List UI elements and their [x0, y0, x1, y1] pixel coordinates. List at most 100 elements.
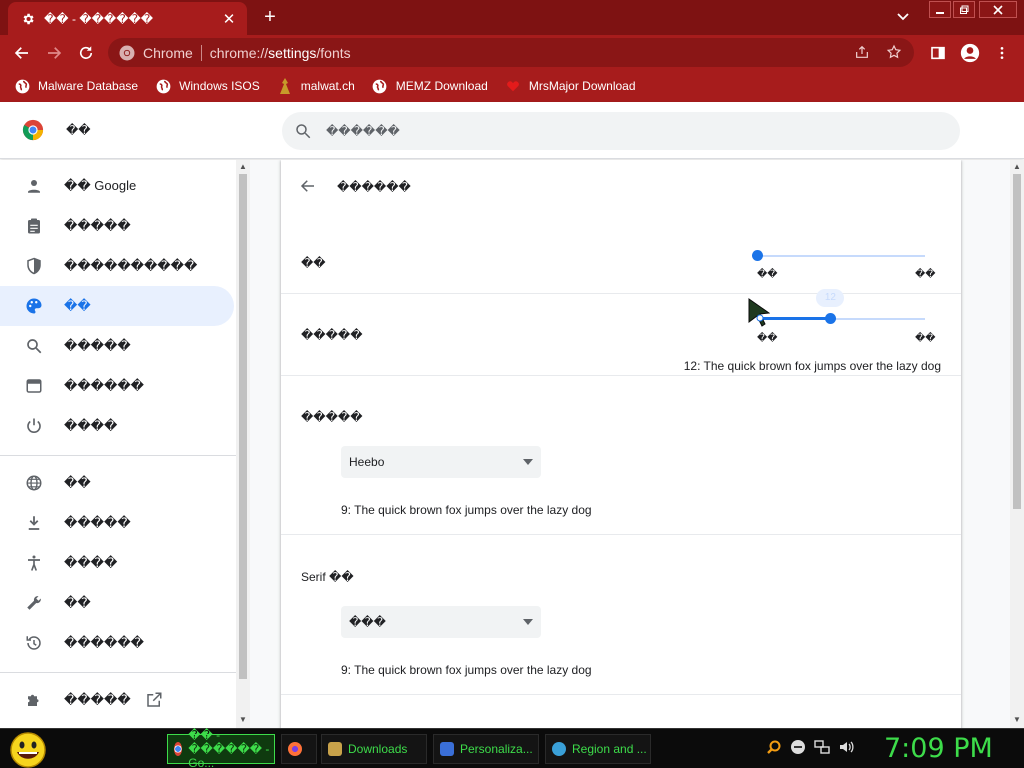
sidebar-item-label: ������: [64, 635, 144, 650]
slider-track: [757, 255, 925, 257]
sidebar-item-search-engine[interactable]: �����: [0, 326, 234, 366]
site-label: Chrome: [143, 44, 193, 61]
address-bar[interactable]: Chrome chrome://settings/fonts: [108, 38, 914, 67]
serif-font-sample-text: 9: The quick brown fox jumps over the la…: [341, 663, 592, 677]
slider-value-bubble: 12: [816, 289, 845, 307]
sidebar-item-extensions[interactable]: �����: [0, 680, 234, 720]
bookmark-star-icon[interactable]: [886, 44, 902, 60]
settings-search-input[interactable]: ������: [282, 112, 960, 150]
min-font-size-label: �����: [301, 328, 363, 342]
page-title: ������: [337, 180, 411, 194]
url-prefix: chrome://: [209, 44, 269, 61]
search-icon[interactable]: [766, 739, 782, 755]
sidebar-item-label: �����: [64, 692, 131, 707]
font-size-label: ��: [301, 256, 326, 270]
kebab-menu-icon[interactable]: [990, 41, 1014, 65]
status-icon[interactable]: [790, 739, 806, 755]
omnibox-separator: [200, 44, 202, 61]
sidebar-item-languages[interactable]: ��: [0, 463, 234, 503]
scroll-down-arrow-icon[interactable]: ▼: [238, 715, 248, 725]
bookmark-item[interactable]: MEMZ Download: [372, 78, 488, 94]
min-font-size-slider[interactable]: 12: [759, 289, 925, 324]
serif-font-select[interactable]: ���: [341, 606, 541, 638]
profile-avatar-icon[interactable]: [958, 41, 982, 65]
reload-icon[interactable]: [74, 41, 98, 65]
sidebar-item-autofill[interactable]: �����: [0, 206, 234, 246]
row-separator: [281, 534, 961, 535]
search-placeholder: ������: [326, 124, 400, 138]
sidebar-item-accessibility[interactable]: ����: [0, 543, 234, 583]
share-icon[interactable]: [854, 44, 870, 60]
sidebar-scrollbar-thumb[interactable]: [239, 174, 247, 679]
network-icon[interactable]: [814, 739, 830, 755]
tab-close-icon[interactable]: ✕: [221, 11, 237, 28]
sidebar-item-default-browser[interactable]: ������: [0, 366, 234, 406]
volume-icon[interactable]: [838, 739, 854, 755]
slider-knob[interactable]: [752, 250, 763, 261]
scroll-down-arrow-icon[interactable]: ▼: [1012, 715, 1022, 725]
bookmark-label: Windows ISOS: [179, 79, 260, 93]
tab-search-chevron-icon[interactable]: [895, 8, 915, 26]
taskbar-clock[interactable]: 7:09 PM: [884, 733, 993, 764]
taskbar-button-chrome[interactable]: �� - ������ - Go...: [167, 728, 275, 768]
chrome-site-icon: [119, 45, 135, 60]
accessibility-icon: [24, 553, 44, 573]
forward-arrow-icon[interactable]: [42, 41, 66, 65]
scroll-up-arrow-icon[interactable]: ▲: [1012, 162, 1022, 172]
standard-font-label: �����: [301, 410, 363, 424]
shield-icon: [24, 256, 44, 276]
bookmark-item[interactable]: malwat.ch: [277, 78, 355, 94]
scroll-up-arrow-icon[interactable]: ▲: [238, 162, 248, 172]
browser-tab[interactable]: �� - ������ ✕: [8, 2, 247, 35]
history-icon: [24, 633, 44, 653]
taskbar: �� - ������ - Go... Downloads Personaliz…: [0, 728, 1024, 768]
sidebar-item-system[interactable]: ��: [0, 583, 234, 623]
heart-icon: [505, 78, 521, 94]
sidebar-item-downloads[interactable]: �����: [0, 503, 234, 543]
taskbar-button-firefox[interactable]: [281, 734, 317, 764]
sidebar-item-label: �����: [64, 218, 131, 233]
sidebar-item-you-and-google[interactable]: �� Google: [0, 166, 234, 206]
sidebar-scrollbar[interactable]: ▲ ▼: [236, 160, 250, 728]
region-icon: [552, 742, 566, 756]
figure-icon: [277, 78, 293, 94]
new-tab-button[interactable]: +: [259, 6, 281, 28]
sidebar-item-label: ����: [64, 418, 118, 433]
clipboard-icon: [24, 216, 44, 236]
firefox-icon: [288, 742, 302, 756]
side-panel-icon[interactable]: [926, 41, 950, 65]
globe-icon: [372, 78, 388, 94]
bookmark-item[interactable]: MrsMajor Download: [505, 78, 636, 94]
slider-max-label: ��: [915, 333, 936, 344]
taskbar-button-downloads[interactable]: Downloads: [321, 734, 427, 764]
standard-font-select[interactable]: Heebo: [341, 446, 541, 478]
minimize-button[interactable]: [929, 1, 951, 18]
chrome-icon: [174, 742, 183, 756]
tab-title: �� - ������: [44, 11, 154, 26]
chrome-logo-icon: [22, 119, 44, 141]
tab-strip: �� - ������ ✕ +: [0, 0, 1024, 35]
taskbar-button-region[interactable]: Region and ...: [545, 734, 651, 764]
bookmark-item[interactable]: Malware Database: [14, 78, 138, 94]
window-close-button[interactable]: [979, 1, 1017, 18]
taskbar-button-personalization[interactable]: Personaliza...: [433, 734, 539, 764]
select-value: Heebo: [349, 455, 385, 469]
smiley-start-icon[interactable]: [8, 731, 48, 768]
power-icon: [24, 416, 44, 436]
settings-gear-icon: [20, 11, 36, 27]
sidebar-item-privacy[interactable]: ����������: [0, 246, 234, 286]
back-arrow-icon[interactable]: [10, 41, 34, 65]
globe-icon: [155, 78, 171, 94]
main-scrollbar-thumb[interactable]: [1013, 174, 1021, 509]
sidebar-item-on-startup[interactable]: ����: [0, 406, 234, 446]
back-arrow-icon[interactable]: [299, 177, 319, 197]
sidebar-item-appearance[interactable]: ��: [0, 286, 234, 326]
slider-knob[interactable]: [825, 313, 837, 324]
url-suffix: /fonts: [316, 44, 351, 61]
main-scrollbar[interactable]: ▲ ▼: [1010, 160, 1024, 728]
maximize-button[interactable]: [953, 1, 975, 18]
sidebar-item-reset[interactable]: ������: [0, 623, 234, 663]
taskbar-label: Personaliza...: [460, 742, 533, 756]
bookmark-item[interactable]: Windows ISOS: [155, 78, 260, 94]
font-size-slider[interactable]: [752, 250, 925, 261]
